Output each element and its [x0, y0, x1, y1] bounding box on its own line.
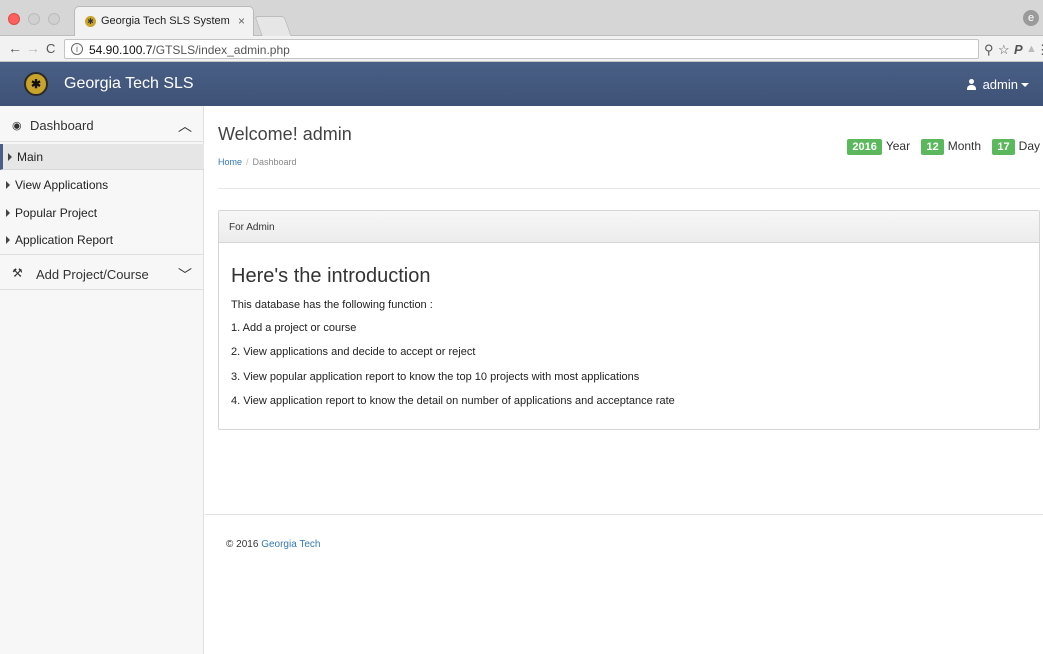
day-badge: 17 — [992, 139, 1015, 155]
panel-heading: For Admin — [219, 211, 1039, 243]
reload-icon[interactable]: C — [46, 41, 55, 56]
breadcrumb-current: Dashboard — [252, 157, 297, 167]
sidebar-item-main[interactable]: Main — [0, 144, 204, 170]
chevron-up-icon: ︿ — [178, 118, 192, 134]
app-navbar: ✱ Georgia Tech SLS admin — [0, 62, 1043, 106]
year-label: Year — [885, 139, 911, 153]
tab-close-icon[interactable]: × — [238, 14, 245, 28]
user-menu[interactable]: admin — [966, 77, 1029, 92]
extension-p-icon[interactable]: P — [1014, 42, 1023, 57]
intro-title: Here's the introduction — [231, 265, 431, 287]
info-icon[interactable]: i — [71, 43, 83, 55]
caret-right-icon — [6, 209, 10, 217]
footer: © 2016 Georgia Tech — [226, 539, 320, 550]
sidebar: ◉ Dashboard ︿ Main View Applications Pop… — [0, 106, 204, 654]
footer-divider — [205, 514, 1043, 515]
brand-title[interactable]: Georgia Tech SLS — [64, 75, 194, 93]
sidebar-add-project-label: Add Project/Course — [36, 267, 149, 282]
sidebar-add-project-header[interactable]: ⚒ Add Project/Course ﹀ — [0, 254, 204, 290]
caret-right-icon — [6, 181, 10, 189]
caret-right-icon — [6, 236, 10, 244]
breadcrumb-home-link[interactable]: Home — [218, 157, 242, 167]
address-bar[interactable]: i 54.90.100.7/GTSLS/index_admin.php — [64, 39, 979, 59]
menu-icon[interactable]: ⋮ — [1036, 42, 1043, 58]
sidebar-dashboard-header[interactable]: ◉ Dashboard ︿ — [0, 106, 204, 142]
key-icon[interactable]: ⚲ — [984, 42, 994, 58]
intro-line: 2. View applications and decide to accep… — [231, 346, 476, 358]
maximize-window-button[interactable] — [48, 13, 60, 25]
tab-title: Georgia Tech SLS System — [101, 15, 230, 27]
month-label: Month — [947, 139, 982, 153]
date-display: 2016 Year 12 Month 17 Day — [839, 139, 1040, 155]
sidebar-item-label: Main — [17, 150, 44, 164]
admin-panel: For Admin Here's the introduction This d… — [218, 210, 1040, 430]
sidebar-item-application-report[interactable]: Application Report — [0, 227, 204, 253]
header-divider — [218, 188, 1040, 189]
year-badge: 2016 — [847, 139, 882, 155]
sidebar-item-label: Popular Project — [15, 206, 98, 220]
yellow-jacket-favicon-icon: ✱ — [85, 16, 96, 27]
intro-line: 1. Add a project or course — [231, 322, 357, 334]
browser-toolbar: ← → C i 54.90.100.7/GTSLS/index_admin.ph… — [0, 36, 1043, 62]
sidebar-item-view-applications[interactable]: View Applications — [0, 172, 204, 198]
sidebar-item-label: View Applications — [15, 178, 109, 192]
url-text[interactable]: 54.90.100.7/GTSLS/index_admin.php — [89, 43, 290, 57]
panel-heading-label: For Admin — [229, 222, 275, 233]
intro-line: This database has the following function… — [231, 299, 433, 311]
day-label: Day — [1018, 139, 1040, 153]
profile-icon[interactable]: e — [1023, 10, 1039, 26]
intro-line: 4. View application report to know the d… — [231, 395, 675, 407]
new-tab-button[interactable] — [254, 16, 292, 36]
yellow-jacket-logo-icon[interactable]: ✱ — [24, 72, 48, 96]
minimize-window-button[interactable] — [28, 13, 40, 25]
back-arrow-icon[interactable]: ← — [8, 40, 22, 56]
url-host: 54.90.100.7 — [89, 43, 153, 57]
breadcrumb-separator: / — [246, 157, 249, 167]
intro-line: 3. View popular application report to kn… — [231, 371, 640, 383]
forward-arrow-icon[interactable]: → — [26, 40, 40, 56]
star-icon[interactable]: ☆ — [998, 42, 1010, 58]
page-title: Welcome! admin — [218, 124, 352, 144]
chevron-down-icon: ﹀ — [178, 267, 192, 283]
breadcrumb: Home / Dashboard — [218, 157, 297, 167]
sidebar-item-popular-project[interactable]: Popular Project — [0, 200, 204, 226]
footer-copyright: © 2016 — [226, 539, 259, 550]
caret-right-icon — [8, 153, 12, 161]
sidebar-item-label: Application Report — [15, 233, 114, 247]
close-window-button[interactable] — [8, 13, 20, 25]
url-path: /GTSLS/index_admin.php — [152, 43, 290, 57]
caret-down-icon — [1021, 83, 1029, 87]
gavel-icon: ⚒ — [12, 266, 23, 280]
browser-tab[interactable]: ✱ Georgia Tech SLS System × — [74, 6, 254, 36]
user-name: admin — [982, 77, 1018, 92]
user-icon — [966, 79, 977, 90]
month-badge: 12 — [921, 139, 944, 155]
browser-tab-bar: ✱ Georgia Tech SLS System × e — [0, 0, 1043, 36]
footer-link[interactable]: Georgia Tech — [261, 539, 320, 550]
dashboard-icon: ◉ — [12, 120, 22, 132]
sidebar-dashboard-label: Dashboard — [30, 118, 94, 133]
